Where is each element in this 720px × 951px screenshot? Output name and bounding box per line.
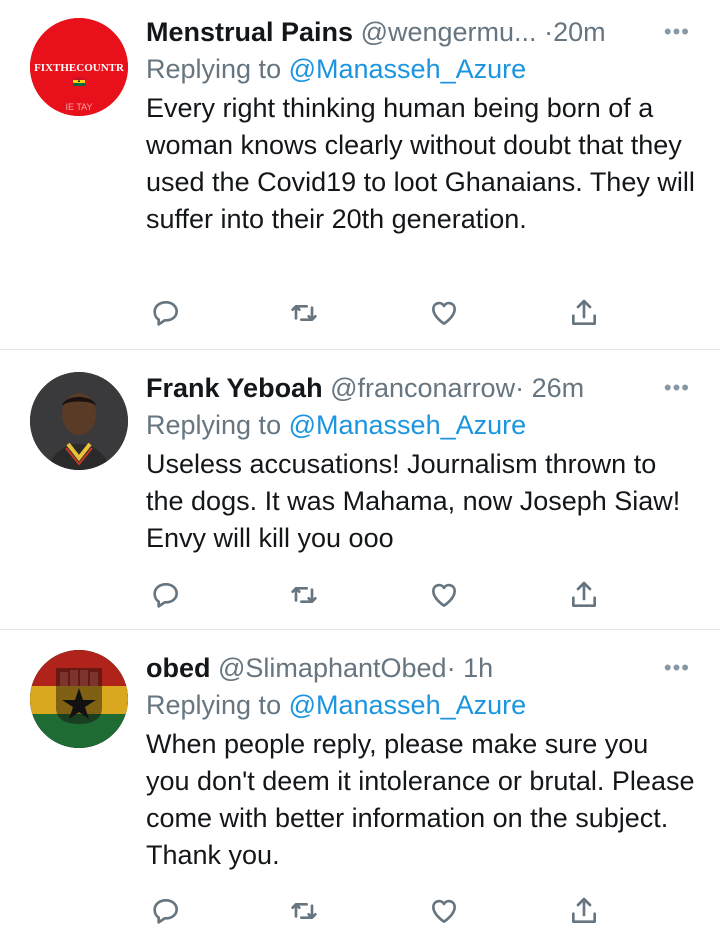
replying-to-label: Replying to bbox=[146, 54, 282, 84]
replying-to-label: Replying to bbox=[146, 690, 282, 720]
retweet-icon bbox=[291, 903, 317, 919]
avatar[interactable] bbox=[30, 650, 128, 748]
reply-mention-link[interactable]: @Manasseh_Azure bbox=[289, 410, 527, 440]
reply-button[interactable] bbox=[148, 295, 184, 331]
timestamp[interactable]: 1h bbox=[463, 653, 493, 683]
share-button[interactable] bbox=[566, 295, 602, 331]
share-icon bbox=[572, 581, 596, 607]
replying-to-label: Replying to bbox=[146, 410, 282, 440]
tweet-header: obed @SlimaphantObed· 1h ••• bbox=[146, 650, 698, 686]
svg-text:IE TAY: IE TAY bbox=[65, 102, 92, 112]
reply-icon bbox=[153, 301, 178, 326]
share-button[interactable] bbox=[566, 893, 602, 929]
frank-yeboah-avatar-image bbox=[30, 372, 128, 470]
like-button[interactable] bbox=[426, 295, 462, 331]
obed-avatar-image bbox=[30, 650, 128, 748]
more-icon[interactable]: ••• bbox=[664, 14, 690, 50]
tweet-1[interactable]: FIXTHECOUNTR IE TAY Menstrual Pains @wen… bbox=[0, 0, 720, 350]
user-handle[interactable]: @SlimaphantObed bbox=[218, 653, 447, 683]
tweet-content: Menstrual Pains @wengermu... ·20m ••• Re… bbox=[146, 14, 698, 238]
display-name[interactable]: Frank Yeboah bbox=[146, 373, 323, 403]
retweet-button[interactable] bbox=[286, 577, 322, 613]
like-icon bbox=[432, 301, 456, 325]
like-button[interactable] bbox=[426, 893, 462, 929]
avatar[interactable] bbox=[30, 372, 128, 470]
tweet-text: Useless accusations! Journalism thrown t… bbox=[146, 449, 681, 553]
share-icon bbox=[572, 897, 596, 923]
share-icon bbox=[572, 299, 596, 325]
retweet-button[interactable] bbox=[286, 893, 322, 929]
display-name[interactable]: obed bbox=[146, 653, 211, 683]
reply-icon bbox=[153, 583, 178, 608]
tweet-content: obed @SlimaphantObed· 1h ••• Replying to… bbox=[146, 650, 698, 874]
tweet-actions bbox=[146, 295, 606, 335]
replying-to: Replying to @Manasseh_Azure bbox=[146, 406, 698, 444]
more-icon[interactable]: ••• bbox=[664, 370, 690, 406]
tweet-actions bbox=[146, 893, 606, 933]
replying-to: Replying to @Manasseh_Azure bbox=[146, 686, 698, 724]
like-icon bbox=[432, 583, 456, 607]
user-handle[interactable]: @wengermu... bbox=[361, 17, 537, 47]
reply-icon bbox=[153, 899, 178, 924]
timestamp[interactable]: 26m bbox=[532, 373, 585, 403]
tweet-3[interactable]: obed @SlimaphantObed· 1h ••• Replying to… bbox=[0, 630, 720, 951]
separator-dot: · bbox=[515, 373, 525, 403]
more-icon[interactable]: ••• bbox=[664, 650, 690, 686]
replying-to: Replying to @Manasseh_Azure bbox=[146, 50, 698, 88]
retweet-icon bbox=[291, 587, 317, 603]
tweet-text: Every right thinking human being born of… bbox=[146, 93, 695, 234]
reply-mention-link[interactable]: @Manasseh_Azure bbox=[289, 54, 527, 84]
display-name[interactable]: Menstrual Pains bbox=[146, 17, 353, 47]
reply-button[interactable] bbox=[148, 577, 184, 613]
tweet-text: When people reply, please make sure you … bbox=[146, 729, 695, 870]
tweet-2[interactable]: Frank Yeboah @franconarrow· 26m ••• Repl… bbox=[0, 350, 720, 630]
timestamp[interactable]: 20m bbox=[553, 17, 606, 47]
fix-the-country-avatar-image: FIXTHECOUNTR IE TAY bbox=[30, 18, 128, 116]
retweet-icon bbox=[291, 305, 317, 321]
like-button[interactable] bbox=[426, 577, 462, 613]
separator-dot: · bbox=[544, 17, 554, 47]
tweet-content: Frank Yeboah @franconarrow· 26m ••• Repl… bbox=[146, 370, 698, 557]
reply-mention-link[interactable]: @Manasseh_Azure bbox=[289, 690, 527, 720]
user-handle[interactable]: @franconarrow bbox=[330, 373, 515, 403]
tweet-header: Menstrual Pains @wengermu... ·20m ••• bbox=[146, 14, 698, 50]
tweet-header: Frank Yeboah @franconarrow· 26m ••• bbox=[146, 370, 698, 406]
like-icon bbox=[432, 899, 456, 923]
share-button[interactable] bbox=[566, 577, 602, 613]
tweet-actions bbox=[146, 577, 606, 617]
separator-dot: · bbox=[446, 653, 456, 683]
avatar[interactable]: FIXTHECOUNTR IE TAY bbox=[30, 18, 128, 116]
svg-text:FIXTHECOUNTR: FIXTHECOUNTR bbox=[34, 62, 125, 74]
retweet-button[interactable] bbox=[286, 295, 322, 331]
reply-button[interactable] bbox=[148, 893, 184, 929]
